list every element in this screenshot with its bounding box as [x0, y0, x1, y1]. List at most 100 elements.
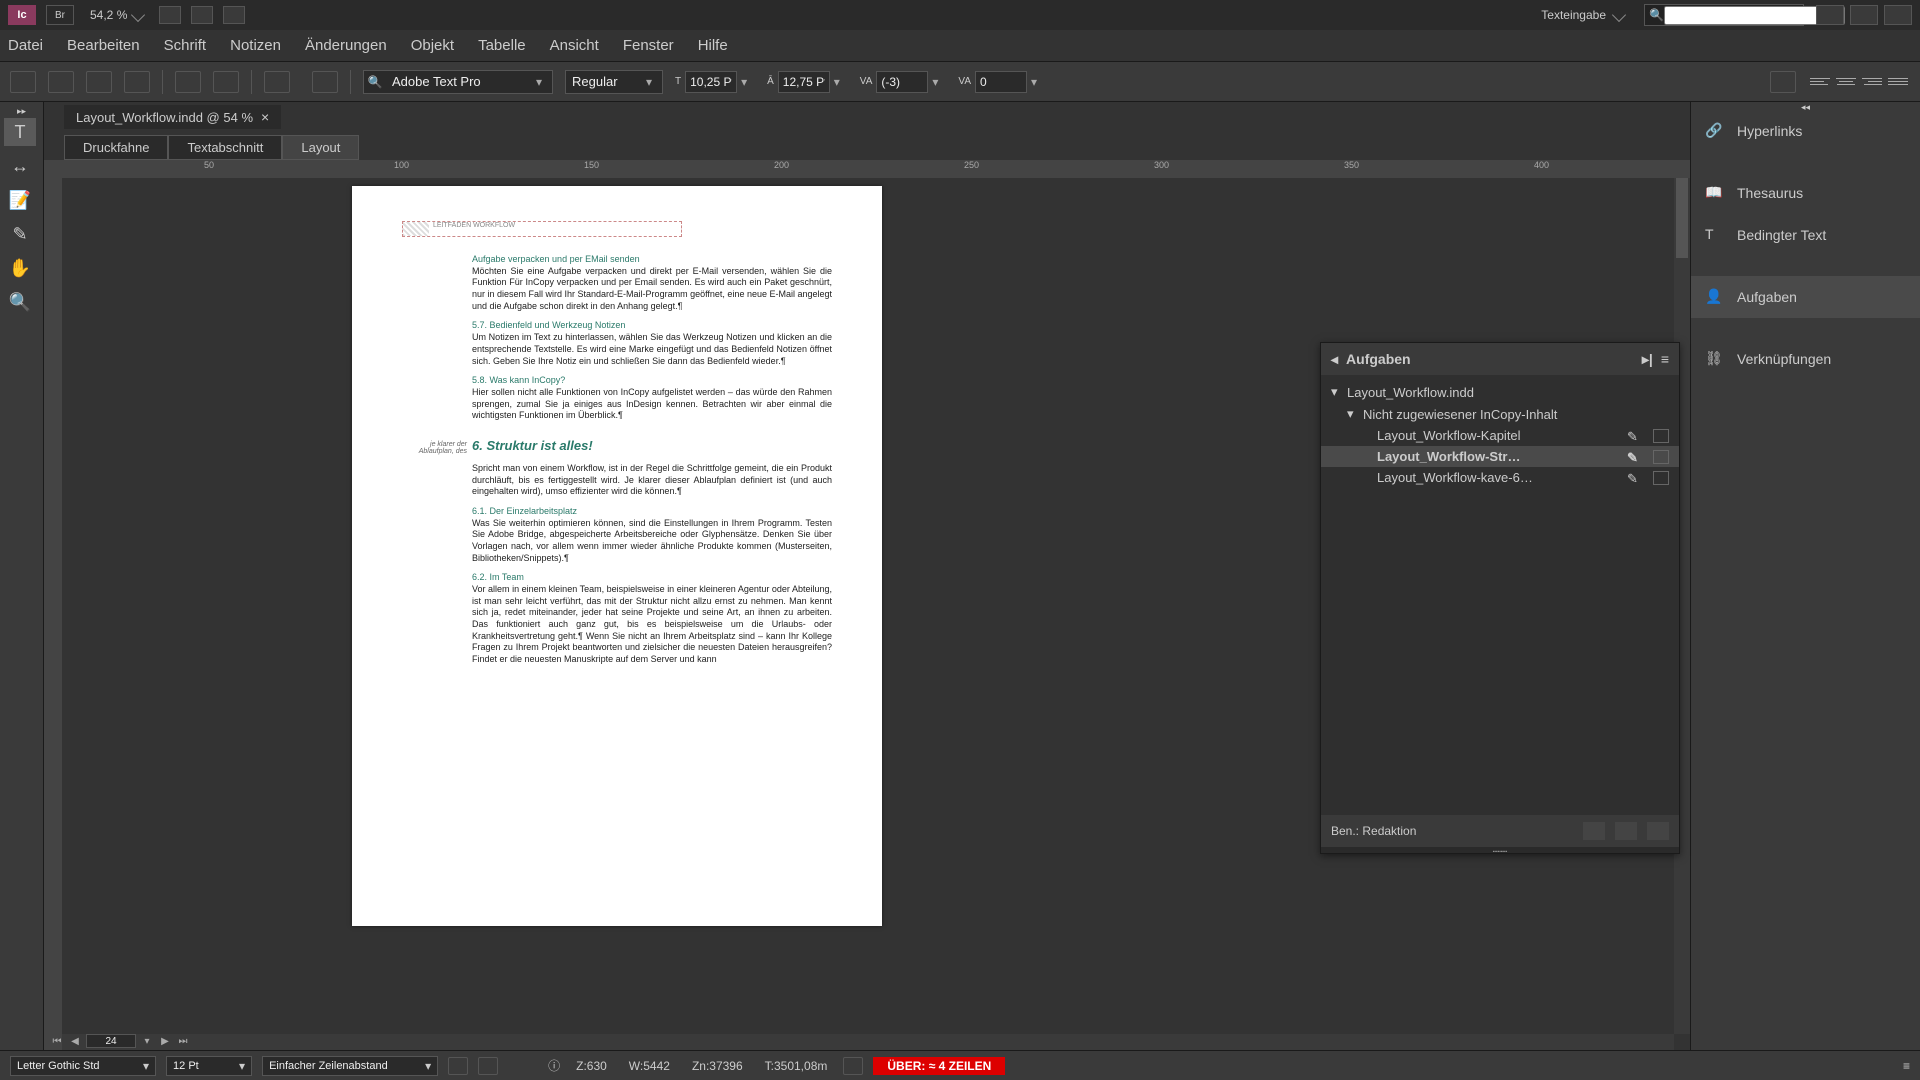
chevron-down-icon[interactable]: ▾ — [646, 75, 662, 89]
info-icon[interactable]: ⓘ — [548, 1057, 560, 1074]
workspace-switcher[interactable]: Texteingabe — [1533, 6, 1632, 24]
menu-hilfe[interactable]: Hilfe — [698, 37, 728, 54]
chevron-down-icon[interactable]: ▾ — [834, 75, 848, 89]
panel-thesaurus[interactable]: 📖Thesaurus — [1691, 172, 1920, 214]
menu-schrift[interactable]: Schrift — [164, 37, 207, 54]
chevron-down-icon[interactable]: ▾ — [741, 75, 755, 89]
menu-fenster[interactable]: Fenster — [623, 37, 674, 54]
page-dropdown[interactable]: ▾ — [140, 1034, 154, 1048]
collapse-icon[interactable]: ▸▸ — [4, 106, 39, 112]
collapse-icon[interactable]: ◂◂ — [1691, 102, 1920, 110]
zoom-tool[interactable]: 🔍 — [4, 288, 36, 316]
font-style-select[interactable]: ▾ — [565, 70, 663, 94]
kerning-input[interactable] — [975, 71, 1027, 93]
export-icon[interactable] — [86, 71, 112, 93]
tree-group[interactable]: ▾ Nicht zugewiesener InCopy-Inhalt — [1321, 403, 1679, 425]
align-center-button[interactable] — [1834, 71, 1858, 93]
status-spacing-input[interactable] — [269, 1060, 419, 1072]
leading-field[interactable]: Ā ▾ — [767, 71, 848, 93]
checkout-icon[interactable] — [1653, 450, 1669, 464]
font-family-input[interactable] — [386, 74, 536, 89]
document-tab[interactable]: Layout_Workflow.indd @ 54 % × — [64, 105, 281, 129]
panel-menu-icon[interactable]: ≡ — [1661, 351, 1669, 367]
first-page-button[interactable]: ⏮ — [50, 1034, 64, 1048]
tab-druckfahne[interactable]: Druckfahne — [64, 135, 168, 160]
font-family-select[interactable]: 🔍 ▾ — [363, 70, 553, 94]
tree-item[interactable]: Layout_Workflow-Kapitel ✎ — [1321, 425, 1679, 446]
screen-mode-icon[interactable] — [191, 6, 213, 24]
panel-verknuepfungen[interactable]: ⛓Verknüpfungen — [1691, 338, 1920, 380]
column-icon[interactable] — [448, 1057, 468, 1075]
print-icon[interactable] — [124, 71, 150, 93]
next-page-button[interactable]: ▶ — [158, 1034, 172, 1048]
hand-tool[interactable]: ✋ — [4, 254, 36, 282]
font-style-input[interactable] — [566, 74, 646, 89]
open-icon[interactable] — [10, 71, 36, 93]
chevron-down-icon[interactable]: ▾ — [425, 1059, 431, 1073]
view-options-icon[interactable] — [159, 6, 181, 24]
resize-handle[interactable]: ┄┄┄ — [1321, 847, 1679, 853]
menu-aenderungen[interactable]: Änderungen — [305, 37, 387, 54]
menu-icon[interactable] — [312, 71, 338, 93]
zoom-select[interactable]: 54,2 % — [84, 6, 149, 24]
menu-icon[interactable]: ≡ — [1903, 1059, 1910, 1073]
close-button[interactable] — [1884, 5, 1912, 25]
bridge-icon[interactable]: Br — [46, 5, 74, 25]
tree-item[interactable]: Layout_Workflow-kave-6… ✎ — [1321, 467, 1679, 488]
remove-icon[interactable] — [1653, 471, 1669, 485]
menu-objekt[interactable]: Objekt — [411, 37, 454, 54]
refresh-icon[interactable] — [1615, 822, 1637, 840]
expand-icon[interactable]: ▸| — [1642, 351, 1653, 368]
update-icon[interactable] — [1583, 822, 1605, 840]
note-tool[interactable]: 📝 — [4, 186, 36, 214]
column-icon[interactable] — [478, 1057, 498, 1075]
chevron-down-icon[interactable]: ▾ — [932, 75, 946, 89]
chevron-down-icon[interactable]: ▾ — [239, 1059, 245, 1073]
arrange-icon[interactable] — [223, 6, 245, 24]
tree-item[interactable]: Layout_Workflow-Str… ✎ — [1321, 446, 1679, 467]
spellcheck-icon[interactable] — [213, 71, 239, 93]
panel-hyperlinks[interactable]: 🔗Hyperlinks — [1691, 110, 1920, 152]
font-size-input[interactable] — [685, 71, 737, 93]
page-text-frame[interactable]: Aufgabe verpacken und per EMail senden M… — [472, 246, 832, 876]
maximize-button[interactable] — [1850, 5, 1878, 25]
leading-input[interactable] — [778, 71, 830, 93]
status-font-input[interactable] — [17, 1060, 137, 1072]
status-size-input[interactable] — [173, 1060, 233, 1072]
type-tool[interactable]: T — [4, 118, 36, 146]
position-tool[interactable]: ↔ — [4, 152, 36, 180]
tracking-field[interactable]: VA ▾ — [860, 71, 947, 93]
align-justify-button[interactable] — [1886, 71, 1910, 93]
column-depth-icon[interactable] — [843, 1057, 863, 1075]
panel-aufgaben[interactable]: 👤Aufgaben — [1691, 276, 1920, 318]
disclosure-triangle-icon[interactable]: ▾ — [1331, 384, 1341, 400]
chevron-left-icon[interactable]: ◂ — [1331, 351, 1338, 368]
chevron-down-icon[interactable]: ▾ — [1031, 75, 1045, 89]
menu-notizen[interactable]: Notizen — [230, 37, 281, 54]
last-page-button[interactable]: ⏭ — [176, 1034, 190, 1048]
eyedropper-tool[interactable]: ✎ — [4, 220, 36, 248]
find-icon[interactable] — [175, 71, 201, 93]
tab-textabschnitt[interactable]: Textabschnitt — [168, 135, 282, 160]
menu-tabelle[interactable]: Tabelle — [478, 37, 526, 54]
save-icon[interactable] — [48, 71, 74, 93]
hidden-chars-icon[interactable] — [264, 71, 290, 93]
menu-icon[interactable] — [1770, 71, 1796, 93]
tree-root[interactable]: ▾ Layout_Workflow.indd — [1321, 381, 1679, 403]
close-icon[interactable]: × — [261, 109, 269, 125]
scrollbar-horizontal[interactable] — [62, 1034, 1674, 1050]
scrollbar-thumb[interactable] — [1676, 178, 1688, 258]
menu-datei[interactable]: Datei — [8, 37, 43, 54]
aufgaben-panel-header[interactable]: ◂ Aufgaben ▸| ≡ — [1321, 343, 1679, 375]
align-right-button[interactable] — [1860, 71, 1884, 93]
search-box[interactable]: 🔍 — [1644, 4, 1804, 26]
checkout-icon[interactable] — [1653, 429, 1669, 443]
minimize-button[interactable] — [1816, 5, 1844, 25]
tracking-input[interactable] — [876, 71, 928, 93]
prev-page-button[interactable]: ◀ — [68, 1034, 82, 1048]
status-spacing-select[interactable]: ▾ — [262, 1056, 438, 1076]
disclosure-triangle-icon[interactable]: ▾ — [1347, 406, 1357, 422]
status-size-select[interactable]: ▾ — [166, 1056, 252, 1076]
kerning-field[interactable]: VA ▾ — [958, 71, 1045, 93]
menu-bearbeiten[interactable]: Bearbeiten — [67, 37, 140, 54]
